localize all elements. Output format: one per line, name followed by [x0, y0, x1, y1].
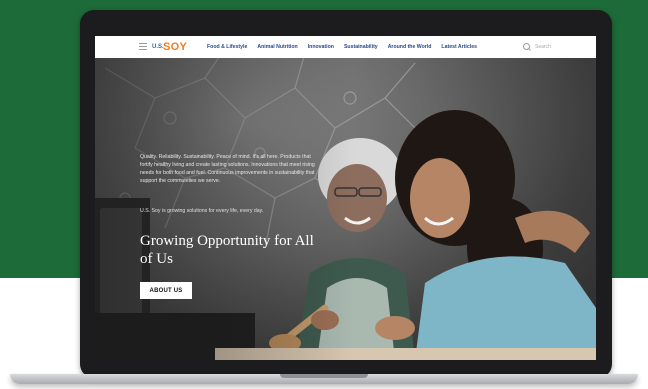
search-field[interactable]: Search — [523, 43, 551, 50]
nav-around-the-world[interactable]: Around the World — [388, 44, 432, 50]
ussoy-logo[interactable]: U.S. SOY — [152, 39, 187, 55]
hero-subline: U.S. Soy is growing solutions for every … — [140, 208, 264, 214]
laptop-notch — [280, 374, 368, 378]
hero-paragraph: Quality. Reliability. Sustainability. Pe… — [140, 154, 315, 184]
logo-text: SOY — [163, 41, 188, 53]
site-header: U.S. SOY Food & Lifestyle Animal Nutriti… — [95, 36, 596, 59]
search-label: Search — [535, 43, 551, 50]
nav-animal-nutrition[interactable]: Animal Nutrition — [257, 44, 297, 50]
hamburger-icon[interactable] — [139, 43, 147, 50]
nav-sustainability[interactable]: Sustainability — [344, 44, 378, 50]
nav-latest-articles[interactable]: Latest Articles — [441, 44, 477, 50]
nav-food-lifestyle[interactable]: Food & Lifestyle — [207, 44, 247, 50]
main-navigation: Food & Lifestyle Animal Nutrition Innova… — [207, 36, 487, 58]
about-us-button[interactable]: ABOUT US — [140, 282, 192, 299]
laptop-screen: U.S. SOY Food & Lifestyle Animal Nutriti… — [95, 36, 596, 360]
search-icon — [523, 43, 530, 50]
hero-section: Quality. Reliability. Sustainability. Pe… — [95, 58, 596, 360]
logo-mark: U.S. — [152, 44, 164, 50]
nav-innovation[interactable]: Innovation — [308, 44, 334, 50]
hero-title: Growing Opportunity for All of Us — [140, 233, 314, 267]
